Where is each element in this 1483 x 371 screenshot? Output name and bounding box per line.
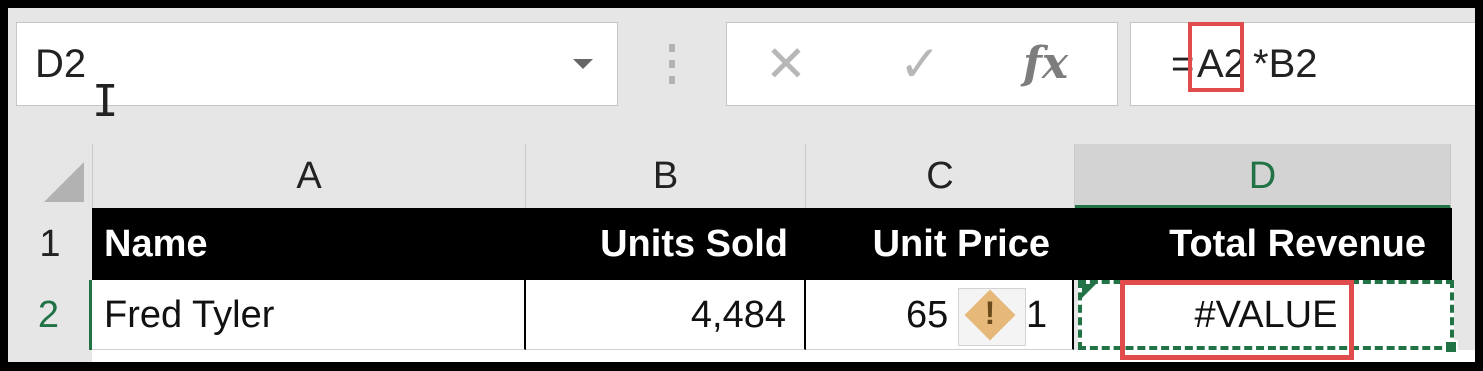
cell-c1[interactable]: Unit Price (806, 208, 1074, 280)
cell-b2[interactable]: 4,484 (526, 280, 806, 350)
chevron-down-icon[interactable] (573, 59, 593, 69)
cell-c2-value-right: 1 (1026, 294, 1048, 336)
formula-bar-grip-icon[interactable] (669, 44, 675, 84)
insert-function-icon[interactable]: fx (1023, 23, 1068, 105)
formula-remainder: *B2 (1253, 42, 1318, 86)
cell-b1[interactable]: Units Sold (526, 208, 806, 280)
formula-equals: = (1171, 42, 1195, 86)
cell-a1[interactable]: Name (92, 208, 526, 280)
cell-c2-value-left: 65 (906, 294, 949, 336)
formula-reference: A2 (1197, 42, 1246, 86)
row-header-2[interactable]: 2 (8, 280, 93, 350)
column-header-c[interactable]: C (806, 144, 1075, 209)
column-header-a[interactable]: A (93, 144, 526, 209)
row-3 (92, 350, 1475, 362)
cell-a2[interactable]: Fred Tyler (92, 280, 526, 350)
warning-symbol: ! (984, 295, 996, 331)
fill-handle[interactable] (1444, 340, 1458, 354)
enter-icon[interactable]: ✓ (899, 23, 941, 105)
column-header-d[interactable]: D (1075, 144, 1451, 209)
excel-window: D2 ✕ ✓ fx = A2 *B2 I A B C D 1 2 Name Un… (8, 8, 1475, 362)
text-cursor-icon: I (92, 76, 119, 127)
formula-buttons: ✕ ✓ fx (726, 22, 1118, 106)
row-header-1[interactable]: 1 (8, 208, 93, 281)
cell-d2-value: #VALUE (1194, 294, 1338, 336)
cell-c2[interactable]: 65 1 (806, 280, 1074, 350)
cell-d1[interactable]: Total Revenue (1074, 208, 1452, 280)
cancel-icon[interactable]: ✕ (765, 23, 807, 105)
name-box-value: D2 (35, 42, 87, 86)
select-all-triangle-icon (44, 162, 84, 202)
cell-d2[interactable]: #VALUE (1078, 280, 1458, 354)
error-indicator-button[interactable]: ! (958, 288, 1026, 346)
select-all-button[interactable] (8, 144, 93, 209)
formula-input[interactable]: = A2 *B2 (1130, 22, 1475, 106)
column-header-b[interactable]: B (526, 144, 806, 209)
